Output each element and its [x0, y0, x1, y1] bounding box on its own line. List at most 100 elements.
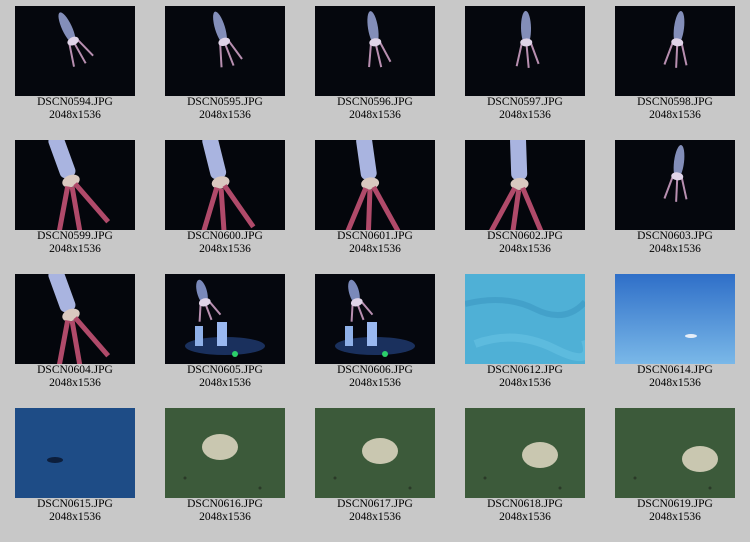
thumbnail-image[interactable]: [165, 6, 285, 96]
photo-preview: [165, 6, 285, 96]
thumbnail-image[interactable]: [165, 408, 285, 498]
thumbnail-cell: DSCN0600.JPG 2048x1536: [150, 134, 300, 268]
thumbnail-filename[interactable]: DSCN0614.JPG: [600, 364, 750, 377]
photo-preview: [615, 6, 735, 96]
thumbnail-dimensions: 2048x1536: [49, 243, 101, 255]
thumbnail-image[interactable]: [615, 408, 735, 498]
thumbnail-filename[interactable]: DSCN0606.JPG: [300, 364, 450, 377]
thumbnail-filename[interactable]: DSCN0604.JPG: [0, 364, 150, 377]
thumbnail-filename[interactable]: DSCN0601.JPG: [300, 230, 450, 243]
thumbnail-cell: DSCN0597.JPG 2048x1536: [450, 0, 600, 134]
thumbnail-image[interactable]: [315, 408, 435, 498]
thumbnail-filename[interactable]: DSCN0617.JPG: [300, 498, 450, 511]
thumbnail-cell: DSCN0614.JPG 2048x1536: [600, 268, 750, 402]
thumbnail-image[interactable]: [165, 140, 285, 230]
thumbnail-filename[interactable]: DSCN0618.JPG: [450, 498, 600, 511]
photo-preview: [15, 140, 135, 230]
thumbnail-filename[interactable]: DSCN0602.JPG: [450, 230, 600, 243]
thumbnail-filename[interactable]: DSCN0616.JPG: [150, 498, 300, 511]
thumbnail-image[interactable]: [15, 140, 135, 230]
thumbnail-image[interactable]: [465, 274, 585, 364]
thumbnail-image[interactable]: [615, 6, 735, 96]
thumbnail-dimensions: 2048x1536: [349, 243, 401, 255]
thumbnail-image[interactable]: [15, 274, 135, 364]
thumbnail-filename[interactable]: DSCN0612.JPG: [450, 364, 600, 377]
thumbnail-filename[interactable]: DSCN0600.JPG: [150, 230, 300, 243]
thumbnail-image[interactable]: [315, 140, 435, 230]
thumbnail-dimensions: 2048x1536: [199, 377, 251, 389]
photo-preview: [315, 408, 435, 498]
thumbnail-filename[interactable]: DSCN0603.JPG: [600, 230, 750, 243]
thumbnail-dimensions: 2048x1536: [499, 511, 551, 523]
photo-preview: [165, 408, 285, 498]
photo-preview: [15, 6, 135, 96]
thumbnail-dimensions: 2048x1536: [499, 377, 551, 389]
thumbnail-dimensions: 2048x1536: [349, 511, 401, 523]
photo-preview: [165, 274, 285, 364]
photo-preview: [15, 274, 135, 364]
thumbnail-cell: DSCN0612.JPG 2048x1536: [450, 268, 600, 402]
thumbnail-filename[interactable]: DSCN0605.JPG: [150, 364, 300, 377]
thumbnail-dimensions: 2048x1536: [499, 109, 551, 121]
thumbnail-gallery: DSCN0594.JPG 2048x1536 DSCN0595.JPG 2048x1…: [0, 0, 750, 542]
photo-preview: [615, 408, 735, 498]
thumbnail-filename[interactable]: DSCN0595.JPG: [150, 96, 300, 109]
thumbnail-cell: DSCN0615.JPG 2048x1536: [0, 402, 150, 536]
thumbnail-image[interactable]: [615, 140, 735, 230]
thumbnail-image[interactable]: [315, 274, 435, 364]
photo-preview: [315, 274, 435, 364]
thumbnail-image[interactable]: [465, 6, 585, 96]
thumbnail-filename[interactable]: DSCN0599.JPG: [0, 230, 150, 243]
thumbnail-dimensions: 2048x1536: [199, 243, 251, 255]
thumbnail-filename[interactable]: DSCN0598.JPG: [600, 96, 750, 109]
photo-preview: [615, 274, 735, 364]
thumbnail-dimensions: 2048x1536: [199, 109, 251, 121]
thumbnail-cell: DSCN0605.JPG 2048x1536: [150, 268, 300, 402]
thumbnail-dimensions: 2048x1536: [349, 377, 401, 389]
photo-preview: [15, 408, 135, 498]
thumbnail-cell: DSCN0619.JPG 2048x1536: [600, 402, 750, 536]
thumbnail-image[interactable]: [465, 140, 585, 230]
thumbnail-cell: DSCN0595.JPG 2048x1536: [150, 0, 300, 134]
thumbnail-cell: DSCN0602.JPG 2048x1536: [450, 134, 600, 268]
thumbnail-filename[interactable]: DSCN0597.JPG: [450, 96, 600, 109]
photo-preview: [465, 408, 585, 498]
thumbnail-cell: DSCN0598.JPG 2048x1536: [600, 0, 750, 134]
thumbnail-cell: DSCN0617.JPG 2048x1536: [300, 402, 450, 536]
thumbnail-filename[interactable]: DSCN0596.JPG: [300, 96, 450, 109]
photo-preview: [165, 140, 285, 230]
thumbnail-cell: DSCN0618.JPG 2048x1536: [450, 402, 600, 536]
photo-preview: [315, 6, 435, 96]
photo-preview: [465, 6, 585, 96]
thumbnail-cell: DSCN0594.JPG 2048x1536: [0, 0, 150, 134]
thumbnail-dimensions: 2048x1536: [349, 109, 401, 121]
thumbnail-filename[interactable]: DSCN0594.JPG: [0, 96, 150, 109]
thumbnail-cell: DSCN0606.JPG 2048x1536: [300, 268, 450, 402]
photo-preview: [615, 140, 735, 230]
thumbnail-dimensions: 2048x1536: [649, 243, 701, 255]
thumbnail-dimensions: 2048x1536: [649, 109, 701, 121]
thumbnail-cell: DSCN0616.JPG 2048x1536: [150, 402, 300, 536]
thumbnail-filename[interactable]: DSCN0615.JPG: [0, 498, 150, 511]
thumbnail-cell: DSCN0596.JPG 2048x1536: [300, 0, 450, 134]
thumbnail-image[interactable]: [15, 6, 135, 96]
photo-preview: [465, 274, 585, 364]
thumbnail-cell: DSCN0601.JPG 2048x1536: [300, 134, 450, 268]
thumbnail-cell: DSCN0604.JPG 2048x1536: [0, 268, 150, 402]
thumbnail-dimensions: 2048x1536: [49, 377, 101, 389]
thumbnail-image[interactable]: [615, 274, 735, 364]
thumbnail-cell: DSCN0599.JPG 2048x1536: [0, 134, 150, 268]
thumbnail-image[interactable]: [315, 6, 435, 96]
thumbnail-image[interactable]: [165, 274, 285, 364]
thumbnail-dimensions: 2048x1536: [199, 511, 251, 523]
photo-preview: [465, 140, 585, 230]
thumbnail-dimensions: 2048x1536: [49, 511, 101, 523]
thumbnail-image[interactable]: [15, 408, 135, 498]
thumbnail-dimensions: 2048x1536: [499, 243, 551, 255]
thumbnail-filename[interactable]: DSCN0619.JPG: [600, 498, 750, 511]
photo-preview: [315, 140, 435, 230]
thumbnail-dimensions: 2048x1536: [649, 511, 701, 523]
thumbnail-dimensions: 2048x1536: [49, 109, 101, 121]
thumbnail-cell: DSCN0603.JPG 2048x1536: [600, 134, 750, 268]
thumbnail-image[interactable]: [465, 408, 585, 498]
